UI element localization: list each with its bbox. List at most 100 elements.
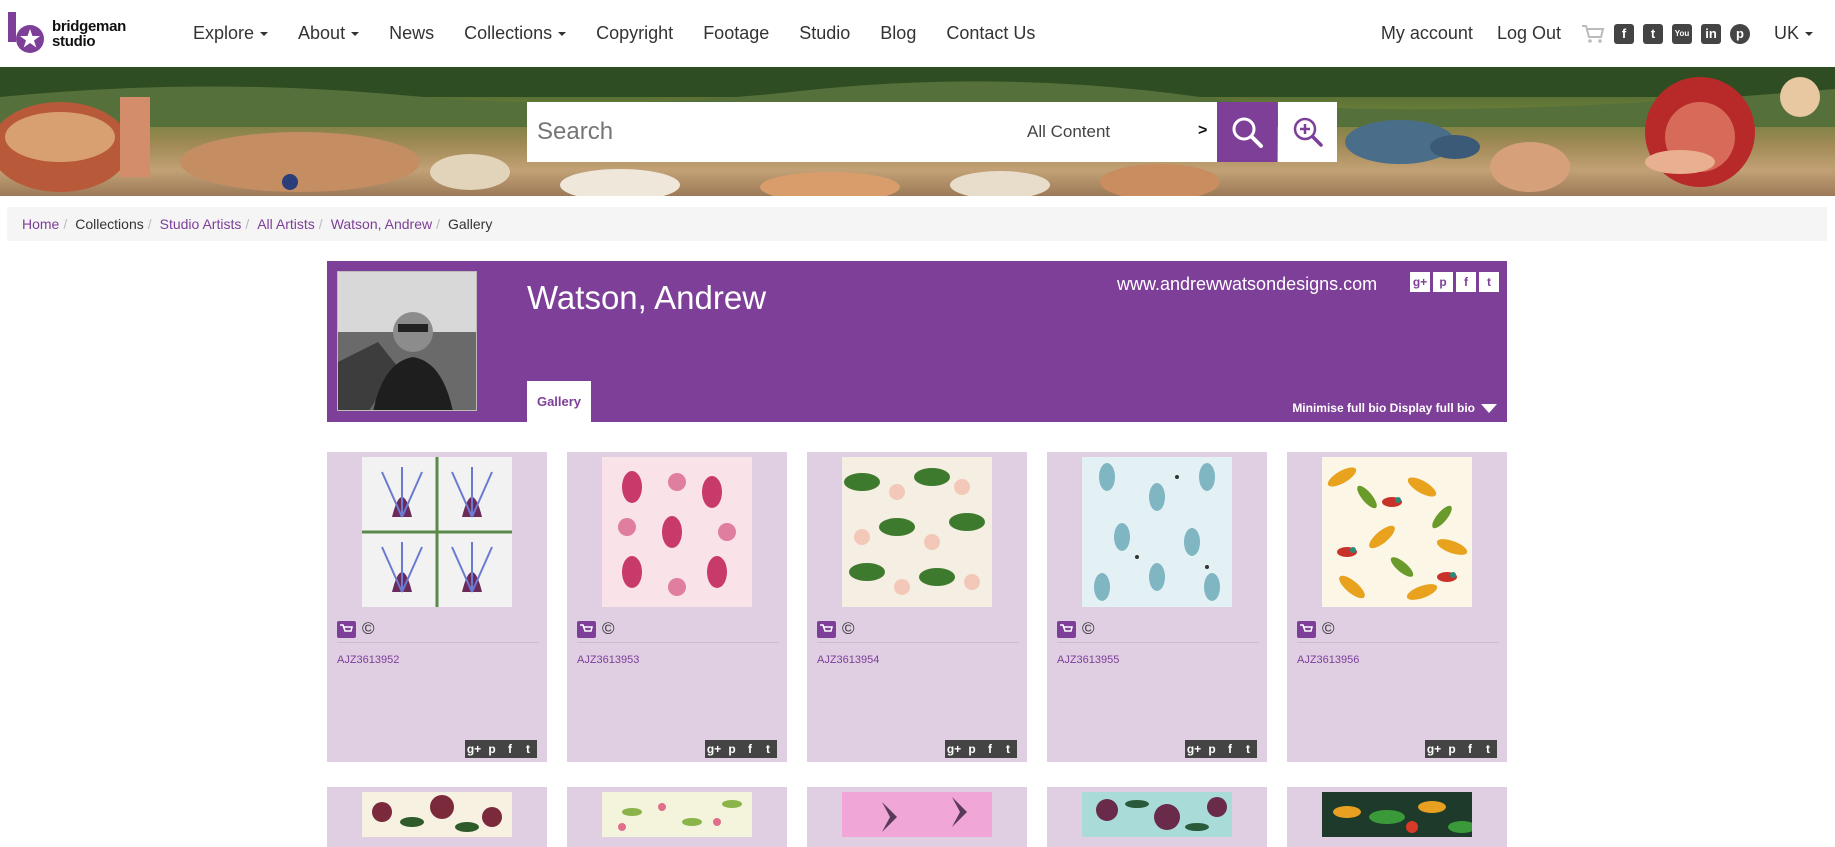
artwork-thumbnail[interactable] [1322, 792, 1472, 837]
artist-share-icons: g+ p f t [1407, 272, 1499, 292]
my-account-link[interactable]: My account [1381, 23, 1473, 44]
google-plus-icon[interactable]: g+ [945, 740, 963, 758]
visual-search-button[interactable] [1278, 102, 1337, 162]
breadcrumb-artist[interactable]: Watson, Andrew [331, 216, 432, 232]
linkedin-icon[interactable]: in [1700, 23, 1721, 44]
add-to-cart-button[interactable] [1297, 620, 1316, 638]
breadcrumb-all-artists[interactable]: All Artists [257, 216, 315, 232]
nav-collections[interactable]: Collections [464, 23, 567, 44]
copyright-icon: © [1322, 619, 1335, 638]
artwork-thumbnail[interactable] [602, 792, 752, 837]
artist-website-link[interactable]: www.andrewwatsondesigns.com [1117, 274, 1377, 295]
pinterest-icon[interactable]: p [1443, 740, 1461, 758]
twitter-icon[interactable]: t [999, 740, 1017, 758]
breadcrumb-studio-artists[interactable]: Studio Artists [160, 216, 242, 232]
gallery-card[interactable]: © AJZ3613954 g+ p f t [807, 452, 1027, 762]
artwork-reference[interactable]: AJZ3613953 [577, 654, 639, 666]
google-plus-icon[interactable]: g+ [1425, 740, 1443, 758]
artwork-reference[interactable]: AJZ3613956 [1297, 654, 1359, 666]
search-button[interactable] [1217, 102, 1277, 162]
nav-explore[interactable]: Explore [193, 23, 269, 44]
add-to-cart-button[interactable] [337, 620, 356, 638]
gallery-card[interactable]: © AJZ3613952 g+ p f t [327, 452, 547, 762]
bridgeman-studio-logo[interactable]: bridgeman studio [8, 12, 128, 54]
youtube-icon[interactable]: You [1671, 23, 1692, 44]
tab-gallery[interactable]: Gallery [527, 381, 591, 422]
search-input[interactable] [537, 102, 997, 162]
artwork-thumbnail[interactable] [362, 792, 512, 837]
breadcrumb-collections: Collections [75, 216, 144, 232]
pinterest-icon[interactable]: p [1433, 272, 1453, 292]
artwork-thumbnail[interactable] [842, 792, 992, 837]
twitter-icon[interactable]: t [1479, 740, 1497, 758]
pinterest-icon[interactable]: p [483, 740, 501, 758]
region-selector[interactable]: UK [1774, 23, 1813, 44]
logo-text-line2: studio [52, 33, 96, 50]
gallery-card[interactable] [1047, 787, 1267, 847]
artwork-thumbnail[interactable] [362, 457, 512, 607]
artwork-reference[interactable]: AJZ3613954 [817, 654, 879, 666]
facebook-icon[interactable]: f [1613, 23, 1634, 44]
gallery-card[interactable] [567, 787, 787, 847]
scope-arrow-icon[interactable]: > [1198, 122, 1207, 140]
search-scope-select[interactable]: All Content [1027, 122, 1110, 142]
gallery-card[interactable]: © AJZ3613955 g+ p f t [1047, 452, 1267, 762]
pinterest-icon[interactable]: p [723, 740, 741, 758]
facebook-icon[interactable]: f [741, 740, 759, 758]
bio-toggle[interactable]: Minimise full bio Display full bio [1292, 401, 1497, 415]
gallery-card[interactable]: © AJZ3613953 g+ p f t [567, 452, 787, 762]
cart-icon [820, 623, 833, 632]
share-icons: g+ p f t [705, 740, 777, 758]
gallery-card[interactable] [327, 787, 547, 847]
share-icons: g+ p f t [1185, 740, 1257, 758]
facebook-icon[interactable]: f [1461, 740, 1479, 758]
google-plus-icon[interactable]: g+ [705, 740, 723, 758]
google-plus-icon[interactable]: g+ [1410, 272, 1430, 292]
nav-studio[interactable]: Studio [799, 23, 850, 44]
nav-footage[interactable]: Footage [703, 23, 769, 44]
facebook-icon[interactable]: f [501, 740, 519, 758]
facebook-icon[interactable]: f [981, 740, 999, 758]
cart-icon[interactable] [1581, 24, 1605, 44]
pinterest-icon[interactable]: p [1729, 23, 1750, 44]
nav-blog[interactable]: Blog [880, 23, 916, 44]
add-to-cart-button[interactable] [817, 620, 836, 638]
artwork-reference[interactable]: AJZ3613955 [1057, 654, 1119, 666]
search-box [527, 102, 1217, 162]
google-plus-icon[interactable]: g+ [1185, 740, 1203, 758]
pinterest-icon[interactable]: p [1203, 740, 1221, 758]
artwork-thumbnail[interactable] [842, 457, 992, 607]
log-out-link[interactable]: Log Out [1497, 23, 1561, 44]
chevron-down-icon [260, 32, 269, 37]
chevron-down-icon [558, 32, 567, 37]
twitter-icon[interactable]: t [519, 740, 537, 758]
facebook-icon[interactable]: f [1221, 740, 1239, 758]
artwork-thumbnail[interactable] [1322, 457, 1472, 607]
nav-copyright[interactable]: Copyright [596, 23, 673, 44]
add-to-cart-button[interactable] [577, 620, 596, 638]
google-plus-icon[interactable]: g+ [465, 740, 483, 758]
gallery-card[interactable] [1287, 787, 1507, 847]
artwork-thumbnail[interactable] [1082, 792, 1232, 837]
nav-about[interactable]: About [298, 23, 360, 44]
add-to-cart-button[interactable] [1057, 620, 1076, 638]
pinterest-icon[interactable]: p [963, 740, 981, 758]
artwork-thumbnail[interactable] [1082, 457, 1232, 607]
artwork-thumbnail[interactable] [602, 457, 752, 607]
twitter-icon[interactable]: t [1642, 23, 1663, 44]
breadcrumb-gallery: Gallery [448, 216, 493, 232]
nav-news[interactable]: News [389, 23, 434, 44]
copyright-icon: © [1082, 619, 1095, 638]
twitter-icon[interactable]: t [1239, 740, 1257, 758]
gallery-card[interactable]: © AJZ3613956 g+ p f t [1287, 452, 1507, 762]
twitter-icon[interactable]: t [1479, 272, 1499, 292]
cart-icon [340, 623, 353, 632]
nav-contact-us[interactable]: Contact Us [946, 23, 1035, 44]
gallery-card[interactable] [807, 787, 1027, 847]
share-icons: g+ p f t [465, 740, 537, 758]
breadcrumb-home[interactable]: Home [22, 216, 59, 232]
twitter-icon[interactable]: t [759, 740, 777, 758]
facebook-icon[interactable]: f [1456, 272, 1476, 292]
artwork-reference[interactable]: AJZ3613952 [337, 654, 399, 666]
logo-text-line1: bridgeman [52, 18, 126, 35]
